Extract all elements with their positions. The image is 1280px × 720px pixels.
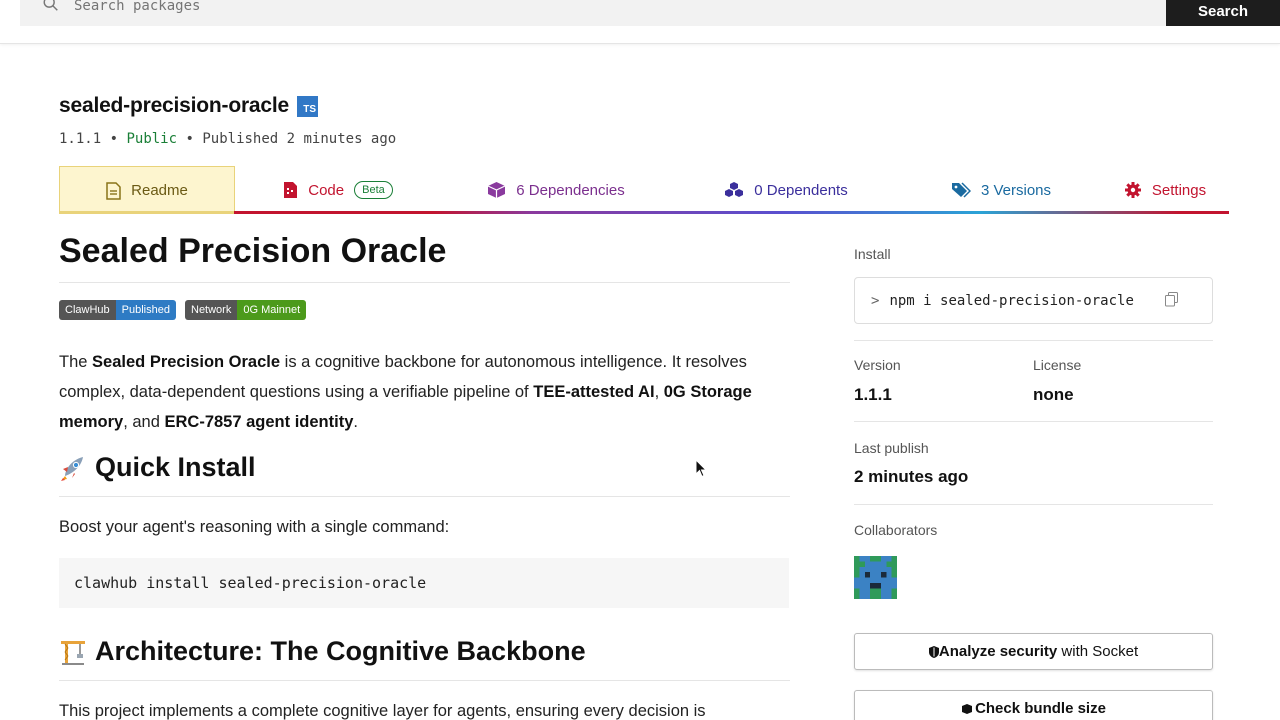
tab-code-label: Code xyxy=(308,181,345,199)
install-code: clawhub install sealed-precision-oracle xyxy=(74,574,427,592)
search-button[interactable]: Search xyxy=(1166,0,1280,26)
license-value: none xyxy=(1033,385,1074,404)
tab-code[interactable]: Code Beta xyxy=(235,166,441,214)
bundle-icon xyxy=(961,703,973,715)
tab-readme-label: Readme xyxy=(131,182,188,199)
package-visibility: Public xyxy=(126,131,178,147)
mouse-cursor-icon xyxy=(695,458,708,483)
copy-icon[interactable] xyxy=(1165,292,1178,311)
tab-versions-label: 3 Versions xyxy=(980,181,1052,199)
shield-value: 0G Mainnet xyxy=(237,300,307,320)
shield-network: Network 0G Mainnet xyxy=(185,300,307,320)
sidebar-divider xyxy=(854,421,1213,422)
tab-dependents[interactable]: 0 Dependents xyxy=(671,166,901,214)
code-file-icon xyxy=(283,181,298,199)
cubes-icon xyxy=(724,181,744,199)
quick-install-heading: Quick Install xyxy=(59,452,256,483)
top-search-bar: Search xyxy=(0,0,1280,44)
shield-icon xyxy=(928,645,939,658)
last-publish-value: 2 minutes ago xyxy=(854,467,969,486)
install-code-block[interactable]: clawhub install sealed-precision-oracle xyxy=(59,558,789,608)
install-label: Install xyxy=(854,246,891,262)
search-input[interactable] xyxy=(74,0,574,14)
package-published: Published 2 minutes ago xyxy=(202,131,397,147)
shield-value: Published xyxy=(115,300,176,320)
tab-settings-label: Settings xyxy=(1151,181,1207,199)
sidebar-divider xyxy=(854,340,1213,341)
typescript-badge-icon: TS xyxy=(297,96,318,117)
intro-paragraph: The Sealed Precision Oracle is a cogniti… xyxy=(59,353,752,431)
shield-clawhub: ClawHub Published xyxy=(59,300,176,320)
tab-dependencies-label: 6 Dependencies xyxy=(516,181,625,199)
analyze-security-suffix: with Socket xyxy=(1057,643,1139,660)
title-divider xyxy=(59,282,790,283)
quick-install-text: Boost your agent's reasoning with a sing… xyxy=(59,518,450,536)
search-box[interactable] xyxy=(20,0,1166,26)
tab-versions[interactable]: 3 Versions xyxy=(901,166,1101,214)
install-command-box[interactable]: > npm i sealed-precision-oracle xyxy=(854,277,1213,324)
package-meta: 1.1.1 • Public • Published 2 minutes ago xyxy=(59,131,396,147)
architecture-heading: Architecture: The Cognitive Backbone xyxy=(59,636,586,667)
tab-settings[interactable]: Settings xyxy=(1101,166,1229,214)
shield-label: Network xyxy=(185,300,238,320)
sidebar-divider xyxy=(854,504,1213,505)
analyze-security-label: Analyze security xyxy=(938,643,1058,660)
version-value: 1.1.1 xyxy=(854,385,892,404)
document-icon xyxy=(106,181,121,200)
shield-label: ClawHub xyxy=(59,300,116,320)
package-version: 1.1.1 xyxy=(59,131,102,147)
tabs-underline xyxy=(234,211,1229,214)
last-publish-label: Last publish xyxy=(854,440,929,456)
check-bundle-size-label: Check bundle size xyxy=(975,700,1106,717)
tab-dependents-label: 0 Dependents xyxy=(754,181,848,199)
gear-icon xyxy=(1124,181,1142,199)
quick-install-heading-text: Quick Install xyxy=(95,452,256,482)
version-label: Version xyxy=(854,357,901,373)
package-name: sealed-precision-oracle xyxy=(59,94,289,117)
construction-crane-icon xyxy=(59,638,87,666)
heading-divider xyxy=(59,680,790,681)
rocket-icon xyxy=(59,454,87,482)
analyze-security-button[interactable]: Analyze security with Socket xyxy=(854,633,1213,670)
architecture-text: This project implements a complete cogni… xyxy=(59,702,706,720)
search-icon xyxy=(42,0,60,18)
package-tabs: Readme Code Beta 6 Dependencies 0 Depend… xyxy=(59,166,1229,214)
check-bundle-size-button[interactable]: Check bundle size xyxy=(854,690,1213,720)
meta-separator: • xyxy=(109,131,119,147)
architecture-heading-text: Architecture: The Cognitive Backbone xyxy=(95,636,586,666)
tab-readme[interactable]: Readme xyxy=(59,166,235,214)
tab-dependencies[interactable]: 6 Dependencies xyxy=(441,166,671,214)
beta-badge: Beta xyxy=(354,181,393,199)
tags-icon xyxy=(951,181,971,199)
meta-separator: • xyxy=(185,131,194,147)
collaborators-label: Collaborators xyxy=(854,522,938,538)
install-command-text: npm i sealed-precision-oracle xyxy=(889,292,1134,309)
package-box-icon xyxy=(487,181,506,199)
heading-divider xyxy=(59,496,790,497)
readme-title: Sealed Precision Oracle xyxy=(59,232,447,270)
prompt-chevron-icon: > xyxy=(871,292,880,309)
license-label: License xyxy=(1033,357,1082,373)
collaborator-avatar[interactable] xyxy=(854,556,897,599)
